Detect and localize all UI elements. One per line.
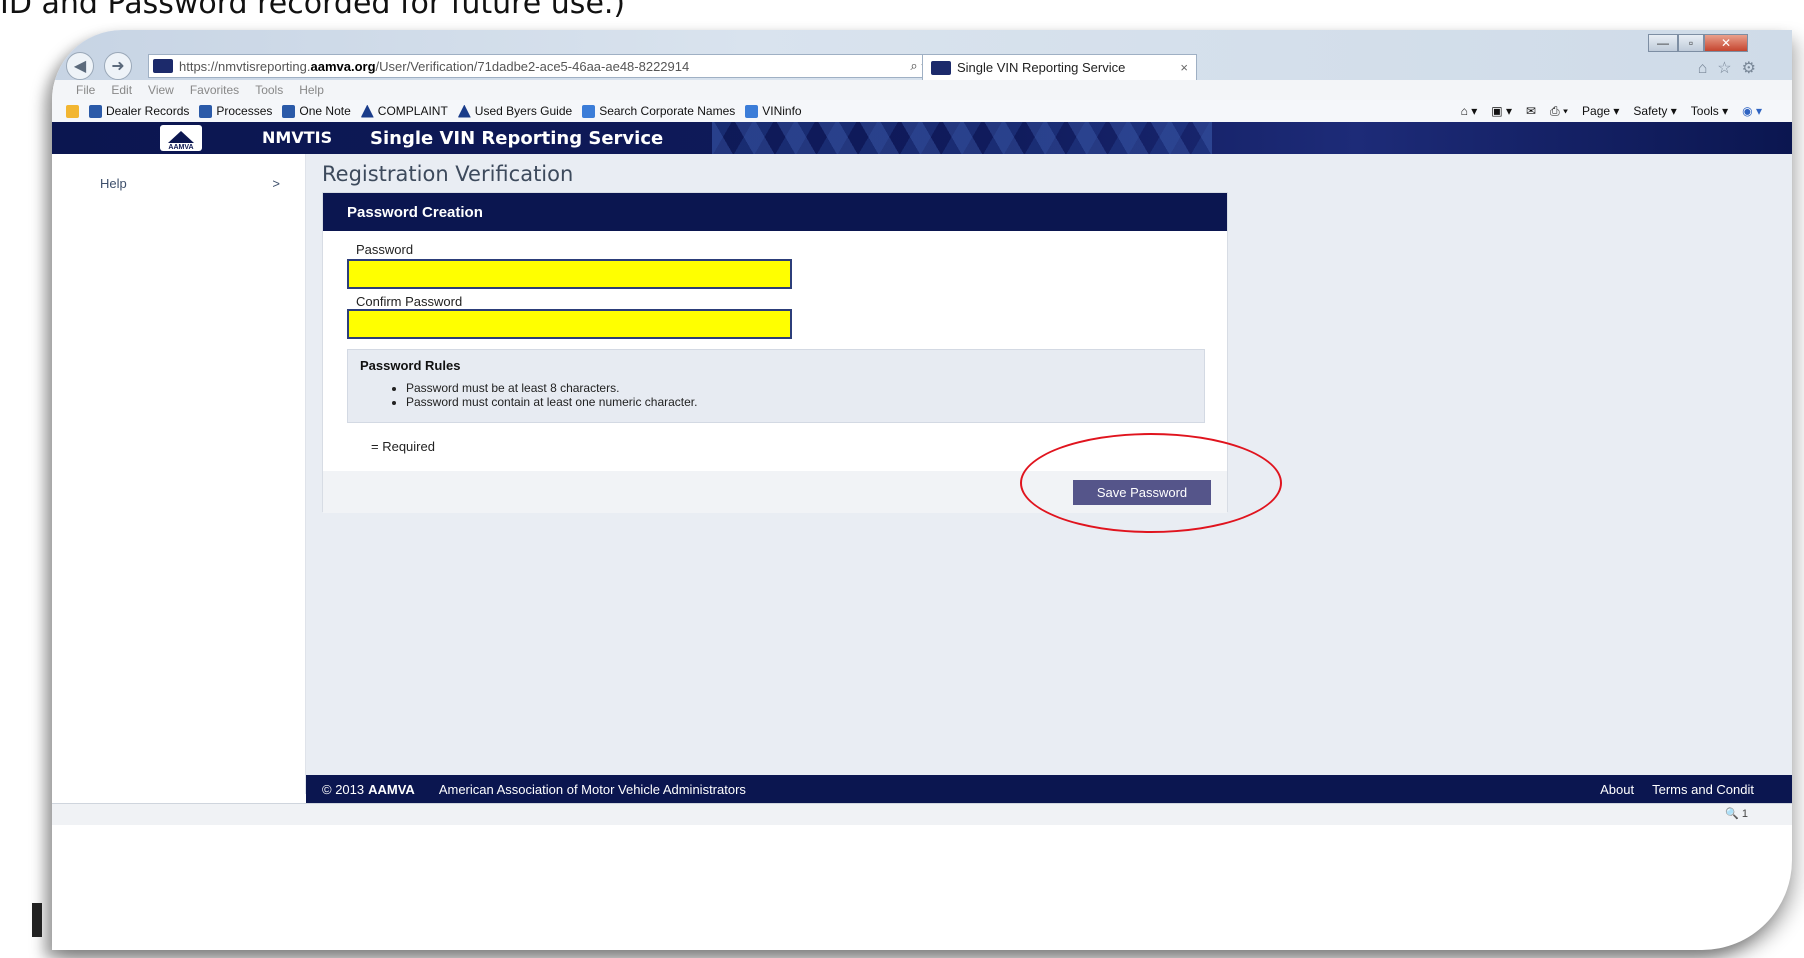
left-nav: Help > — [52, 154, 306, 794]
site-banner: AAMVA NMVTIS Single VIN Reporting Servic… — [52, 122, 1792, 154]
favorite-vininfo[interactable]: VINinfo — [745, 104, 802, 118]
footer-about-link[interactable]: About — [1600, 782, 1634, 797]
menu-bar: File Edit View Favorites Tools Help — [52, 80, 1792, 100]
banner-pattern — [712, 122, 1212, 154]
mail-icon[interactable]: ✉ — [1526, 104, 1536, 118]
chevron-right-icon: > — [272, 176, 280, 191]
favorite-one-note[interactable]: One Note — [282, 104, 351, 118]
safety-menu[interactable]: Safety ▾ — [1633, 104, 1676, 118]
tab-close-icon[interactable]: × — [1180, 60, 1188, 75]
tab-favicon-icon — [931, 60, 951, 75]
slide-caption: ID and Password recorded for future use.… — [0, 0, 626, 21]
bookmark-icon — [457, 104, 471, 118]
password-rules-box: Password Rules Password must be at least… — [347, 349, 1205, 423]
footer-org-full: American Association of Motor Vehicle Ad… — [438, 781, 746, 797]
address-bar[interactable]: https://nmvtisreporting. aamva.org /User… — [148, 54, 968, 78]
password-rules-title: Password Rules — [360, 358, 461, 373]
favorite-complaint[interactable]: COMPLAINT — [360, 104, 448, 118]
favorite-search-corporate-names[interactable]: Search Corporate Names — [582, 104, 735, 118]
title-bar: ◀ ➜ https://nmvtisreporting. aamva.org /… — [52, 30, 1792, 80]
site-favicon-icon — [153, 59, 173, 73]
nmvtis-logo: NMVTIS — [262, 128, 333, 147]
onenote-icon — [89, 104, 102, 118]
favorite-label: Used Byers Guide — [474, 104, 573, 118]
nav-item-help[interactable]: Help > — [100, 176, 280, 191]
footer-org-short: AAMVA — [368, 781, 415, 797]
nav-help-label: Help — [100, 176, 127, 191]
page-title: Registration Verification — [322, 162, 574, 186]
favorite-dealer-records[interactable]: Dealer Records — [89, 104, 189, 118]
address-path: /User/Verification/71dadbe2-ace5-46aa-ae… — [375, 58, 690, 74]
print-icon[interactable]: ⎙ ▾ — [1550, 104, 1568, 119]
service-title: Single VIN Reporting Service — [370, 128, 664, 149]
minimize-button[interactable]: — — [1648, 34, 1678, 52]
menu-favorites[interactable]: Favorites — [190, 83, 239, 97]
menu-edit[interactable]: Edit — [111, 83, 132, 97]
tools-menu[interactable]: Tools ▾ — [1691, 104, 1728, 118]
footer-terms-link[interactable]: Terms and Condit — [1652, 782, 1754, 797]
menu-tools[interactable]: Tools — [255, 83, 283, 97]
password-field[interactable] — [347, 259, 792, 289]
favorite-label: COMPLAINT — [377, 104, 448, 118]
browser-window: ◀ ➜ https://nmvtisreporting. aamva.org /… — [52, 30, 1792, 950]
forward-button[interactable]: ➜ — [104, 52, 132, 80]
home-favorites-settings-icons[interactable]: ⌂☆⚙ — [1698, 58, 1766, 78]
favorite-used-byers-guide[interactable]: Used Byers Guide — [457, 104, 573, 118]
favorite-label: Search Corporate Names — [599, 104, 736, 118]
password-rule: Password must be at least 8 characters. — [406, 381, 1192, 395]
highlight-circle — [1020, 433, 1282, 533]
confirm-password-field[interactable] — [347, 309, 792, 339]
site-footer: © 2013 AAMVA American Association of Mot… — [306, 775, 1792, 803]
onenote-icon — [199, 104, 213, 118]
ie-page-icon — [582, 104, 596, 118]
tab-single-vin[interactable]: Single VIN Reporting Service × — [922, 54, 1197, 80]
favorite-processes[interactable]: Processes — [199, 104, 272, 118]
status-bar: 🔍 1 — [52, 803, 1792, 825]
bookmark-icon — [360, 104, 374, 118]
maximize-button[interactable]: ▫ — [1678, 34, 1704, 52]
password-label: Password — [356, 242, 414, 257]
feeds-icon[interactable]: ▣ ▾ — [1491, 104, 1512, 118]
page-menu[interactable]: Page ▾ — [1582, 104, 1619, 118]
home-icon[interactable]: ⌂ ▾ — [1461, 104, 1478, 118]
panel-title: Password Creation — [323, 193, 1227, 231]
command-bar: ⌂ ▾ ▣ ▾ ✉ ⎙ ▾ Page ▾ Safety ▾ Tools ▾ ◉ … — [1461, 100, 1762, 122]
favorite-label: Processes — [216, 104, 273, 118]
left-edge-bar — [32, 903, 42, 937]
tab-title: Single VIN Reporting Service — [957, 60, 1126, 75]
onenote-icon — [282, 104, 296, 118]
ie-page-icon — [745, 104, 759, 118]
aamva-logo-text: AAMVA — [168, 144, 194, 151]
confirm-password-label: Confirm Password — [356, 294, 463, 309]
address-prefix: https://nmvtisreporting. — [179, 58, 311, 74]
footer-links: About Terms and Condit — [1600, 782, 1754, 797]
aamva-logo-mark-icon — [168, 131, 194, 143]
address-domain: aamva.org — [310, 58, 376, 74]
password-rule: Password must contain at least one numer… — [406, 395, 1192, 409]
close-window-button[interactable]: ✕ — [1704, 34, 1748, 52]
menu-file[interactable]: File — [76, 83, 95, 97]
zoom-level[interactable]: 🔍 1 — [1725, 807, 1748, 820]
menu-help[interactable]: Help — [299, 83, 324, 97]
back-button[interactable]: ◀ — [66, 52, 94, 80]
favorite-label: VINinfo — [762, 104, 802, 118]
help-icon[interactable]: ◉ ▾ — [1742, 104, 1762, 118]
footer-copyright: © 2013 — [322, 781, 365, 797]
required-note: = Required — [371, 439, 435, 454]
aamva-logo[interactable]: AAMVA — [160, 125, 202, 151]
favorite-label: One Note — [299, 104, 351, 118]
favorites-star-icon[interactable] — [66, 104, 79, 118]
favorite-label: Dealer Records — [106, 104, 190, 118]
menu-view[interactable]: View — [148, 83, 174, 97]
